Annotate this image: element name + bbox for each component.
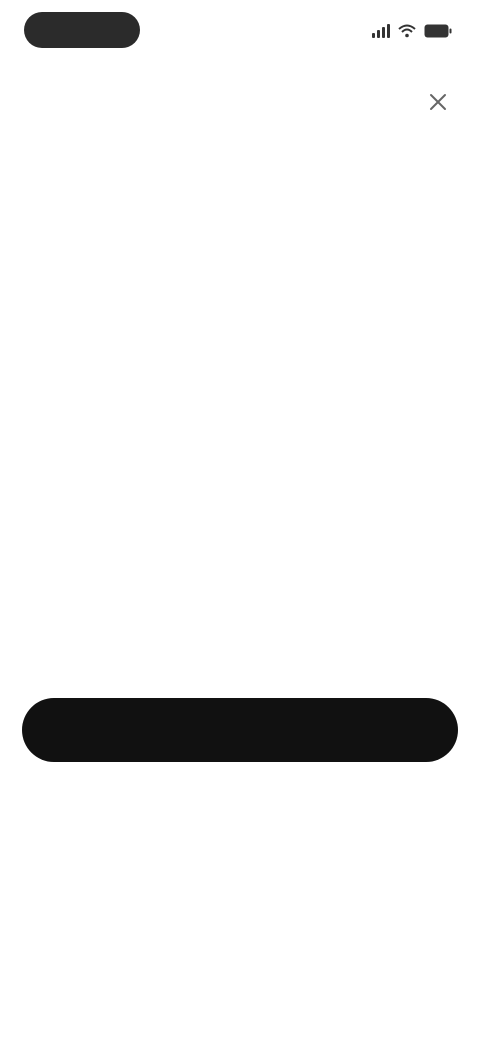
close-icon <box>430 94 446 110</box>
wifi-icon <box>398 24 416 38</box>
primary-button[interactable] <box>22 698 458 762</box>
status-time <box>24 12 140 48</box>
status-icons <box>372 20 452 42</box>
close-button[interactable] <box>422 86 454 118</box>
signal-icon <box>372 24 390 38</box>
battery-icon <box>424 24 452 38</box>
screen <box>0 0 480 1040</box>
status-bar <box>0 0 480 62</box>
